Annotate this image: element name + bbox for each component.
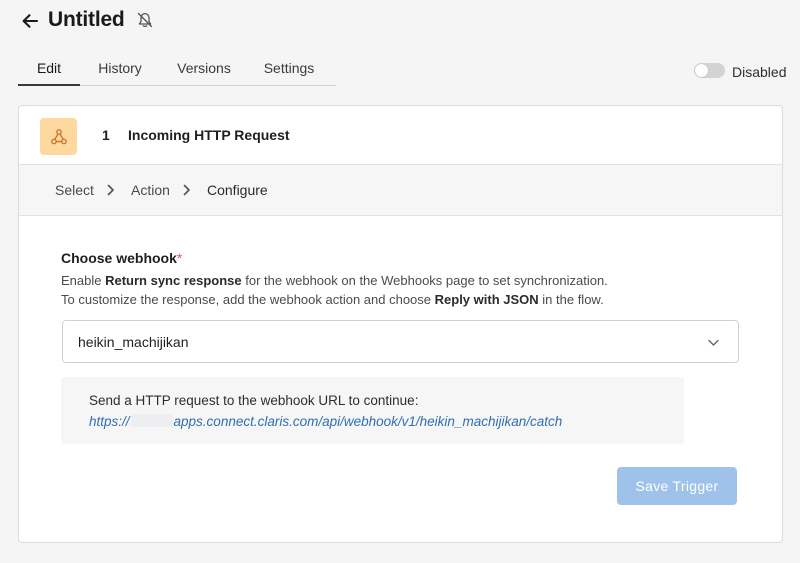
breadcrumb: Select Action Configure xyxy=(19,165,782,216)
url-suffix: apps.connect.claris.com/api/webhook/v1/h… xyxy=(173,414,563,429)
webhook-select-value: heikin_machijikan xyxy=(78,334,189,350)
help-text-bold: Reply with JSON xyxy=(434,292,539,307)
step-title: Incoming HTTP Request xyxy=(128,127,290,143)
tab-versions[interactable]: Versions xyxy=(160,52,248,86)
chevron-down-icon xyxy=(708,339,719,346)
info-text: Send a HTTP request to the webhook URL t… xyxy=(89,393,419,408)
url-prefix: https:// xyxy=(89,414,130,429)
help-text-line-1: Enable Return sync response for the webh… xyxy=(61,273,608,288)
chevron-right-icon xyxy=(183,184,190,196)
breadcrumb-action[interactable]: Action xyxy=(131,182,170,198)
webhook-url-info: Send a HTTP request to the webhook URL t… xyxy=(61,377,684,444)
page-title: Untitled xyxy=(48,8,125,31)
help-text-segment: Enable xyxy=(61,273,106,288)
tab-settings[interactable]: Settings xyxy=(248,52,330,86)
webhook-label-text: Choose webhook xyxy=(61,250,177,266)
required-mark: * xyxy=(176,250,183,266)
tab-history[interactable]: History xyxy=(80,52,160,86)
help-text-line-2: To customize the response, add the webho… xyxy=(61,292,604,307)
webhook-url-link[interactable]: https:// apps.connect.claris.com/api/webh… xyxy=(89,414,562,429)
breadcrumb-select[interactable]: Select xyxy=(55,182,94,198)
breadcrumb-configure[interactable]: Configure xyxy=(207,182,268,198)
help-text-segment: To customize the response, add the webho… xyxy=(61,292,435,307)
chevron-right-icon xyxy=(107,184,114,196)
toggle-knob xyxy=(695,64,708,77)
help-text-segment: in the flow. xyxy=(538,292,604,307)
webhook-icon xyxy=(40,118,77,155)
webhook-select[interactable]: heikin_machijikan xyxy=(62,320,739,363)
bell-off-icon[interactable] xyxy=(136,11,154,29)
enable-toggle[interactable] xyxy=(694,63,725,78)
help-text-segment: for the webhook on the Webhooks page to … xyxy=(241,273,608,288)
webhook-field-label: Choose webhook* xyxy=(61,250,182,266)
trigger-card: 1 Incoming HTTP Request Select Action Co… xyxy=(18,105,783,543)
tab-edit[interactable]: Edit xyxy=(18,52,80,86)
back-arrow-icon[interactable] xyxy=(20,11,40,31)
help-text-bold: Return sync response xyxy=(105,273,242,288)
redacted-segment xyxy=(130,414,173,427)
save-trigger-button[interactable]: Save Trigger xyxy=(617,467,737,505)
tab-bar: Edit History Versions Settings xyxy=(18,52,336,86)
toggle-status-label: Disabled xyxy=(732,64,787,80)
step-header[interactable]: 1 Incoming HTTP Request xyxy=(19,106,782,165)
step-number: 1 xyxy=(102,127,110,143)
